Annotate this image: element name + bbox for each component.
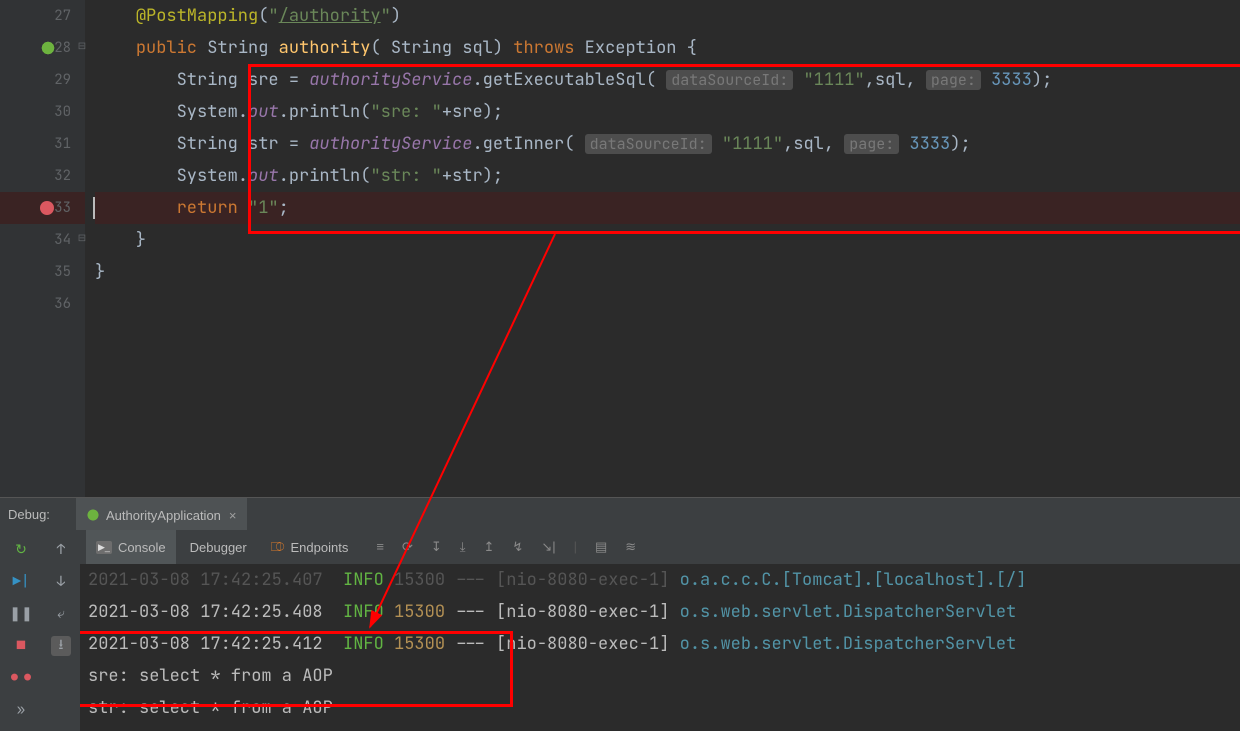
line-number: 32: [45, 167, 71, 185]
debug-tabs: ▶_ Console Debugger ⎄ Endpoints ≡ ⟳ ↧ ⤓ …: [80, 530, 1240, 564]
step-into-icon[interactable]: ↧: [431, 539, 442, 555]
sep: |: [574, 539, 577, 555]
threads-icon[interactable]: ≡: [376, 539, 384, 555]
param-hint: page:: [926, 70, 981, 90]
step-out-icon[interactable]: ↥: [484, 539, 495, 555]
code-line[interactable]: System.out.println("sre: "+sre);: [95, 96, 1240, 128]
log-line: str: select * from a AOP: [88, 692, 1240, 724]
code-line[interactable]: @PostMapping("/authority"): [95, 0, 1240, 32]
rerun-icon[interactable]: ↻: [11, 540, 31, 560]
log-line: 2021-03-08 17:42:25.407 INFO 15300 --- […: [88, 564, 1240, 596]
tab-endpoints[interactable]: ⎄ Endpoints: [261, 530, 359, 564]
console-side-toolbar: ↑ ↓ ⤶ ⭳: [42, 530, 80, 731]
spring-icon: [86, 508, 100, 522]
tab-debugger[interactable]: Debugger: [180, 530, 257, 564]
layout-icon[interactable]: »: [11, 700, 31, 720]
line-number: 29: [45, 71, 71, 89]
breakpoints-icon[interactable]: ● ●: [11, 668, 31, 688]
code-editor[interactable]: 27 28⊟ 29 30 31 32 33 34⊟ 35 36 @PostMap…: [0, 0, 1240, 497]
tab-console[interactable]: ▶_ Console: [86, 530, 176, 564]
code-line-breakpoint[interactable]: return "1";: [95, 192, 1240, 224]
run-config-name: AuthorityApplication: [106, 508, 221, 523]
caret: [93, 197, 95, 219]
code-line[interactable]: [95, 288, 1240, 320]
code-line[interactable]: }: [95, 256, 1240, 288]
console-output[interactable]: 2021-03-08 17:42:25.407 INFO 15300 --- […: [80, 564, 1240, 731]
code-line[interactable]: }: [95, 224, 1240, 256]
up-icon[interactable]: ↑: [51, 540, 71, 560]
console-icon: ▶_: [96, 541, 112, 554]
debug-title: Debug:: [0, 507, 76, 522]
log-line: 2021-03-08 17:42:25.408 INFO 15300 --- […: [88, 596, 1240, 628]
endpoints-icon: ⎄: [271, 539, 285, 555]
code-line[interactable]: String str = authorityService.getInner( …: [95, 128, 1240, 160]
down-icon[interactable]: ↓: [51, 572, 71, 592]
gutter: 27 28⊟ 29 30 31 32 33 34⊟ 35 36: [0, 0, 85, 497]
force-step-into-icon[interactable]: ⤓: [460, 539, 466, 555]
line-number: 30: [45, 103, 71, 121]
line-number: 31: [45, 135, 71, 153]
pause-icon[interactable]: ❚❚: [11, 604, 31, 624]
debug-side-toolbar: ↻ ▶| ❚❚ ■ ● ● »: [0, 530, 42, 731]
param-hint: page:: [844, 134, 899, 154]
trace-icon[interactable]: ≋: [625, 539, 636, 555]
resume-icon[interactable]: ▶|: [11, 572, 31, 592]
log-line: sre: select * from a AOP: [88, 660, 1240, 692]
stop-icon[interactable]: ■: [11, 636, 31, 656]
param-hint: dataSourceId:: [585, 134, 712, 154]
breakpoint-icon[interactable]: [40, 201, 54, 215]
debug-panel: Debug: AuthorityApplication × ↻ ▶| ❚❚ ■ …: [0, 497, 1240, 731]
log-line: 2021-03-08 17:42:25.412 INFO 15300 --- […: [88, 628, 1240, 660]
close-icon[interactable]: ×: [229, 508, 237, 523]
drop-frame-icon[interactable]: ↯: [512, 539, 523, 555]
code-area[interactable]: @PostMapping("/authority") public String…: [85, 0, 1240, 497]
spring-icon[interactable]: [40, 40, 56, 56]
param-hint: dataSourceId:: [666, 70, 793, 90]
line-number: 36: [45, 295, 71, 313]
evaluate-icon[interactable]: ▤: [595, 539, 607, 555]
code-line[interactable]: public String authority( String sql) thr…: [95, 32, 1240, 64]
scroll-icon[interactable]: ⭳: [51, 636, 71, 656]
code-line[interactable]: String sre = authorityService.getExecuta…: [95, 64, 1240, 96]
code-line[interactable]: System.out.println("str: "+str);: [95, 160, 1240, 192]
wrap-icon[interactable]: ⤶: [51, 604, 71, 624]
debug-header: Debug: AuthorityApplication ×: [0, 498, 1240, 530]
line-number: 35: [45, 263, 71, 281]
line-number: 27: [45, 7, 71, 25]
run-to-cursor-icon[interactable]: ↘|: [541, 539, 555, 555]
step-over-icon[interactable]: ⟳: [402, 539, 413, 555]
line-number: 34: [45, 231, 71, 249]
debug-run-tab[interactable]: AuthorityApplication ×: [76, 498, 247, 530]
